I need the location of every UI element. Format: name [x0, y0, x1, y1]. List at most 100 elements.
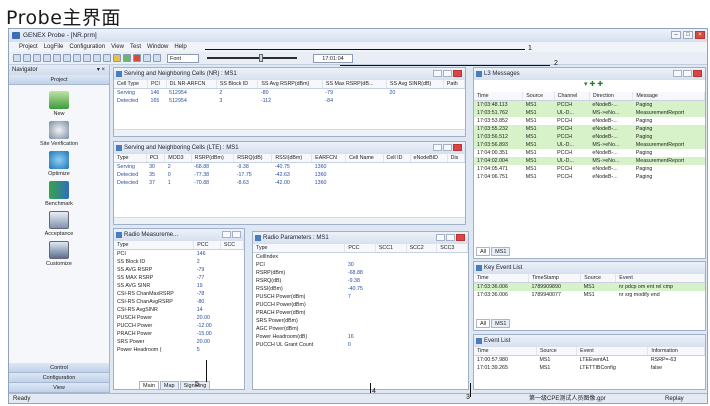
menu-configuration[interactable]: Configuration [69, 42, 105, 52]
nav-acceptance[interactable]: Acceptance [9, 211, 109, 237]
column-header[interactable]: Channel [554, 92, 590, 101]
close-icon[interactable]: × [695, 31, 705, 39]
panel-close-icon[interactable] [453, 70, 462, 77]
table-row[interactable]: PUCCH Power -12.00 [114, 322, 244, 330]
panel-maximize-icon[interactable] [683, 70, 692, 77]
column-header[interactable]: Time [474, 274, 529, 283]
horizontal-scrollbar[interactable] [114, 129, 465, 136]
save-icon[interactable] [33, 54, 41, 62]
table-row[interactable]: Detected 37 1 -70.88 -8.63 -42.00 1360 [114, 179, 465, 187]
column-header[interactable]: Source [580, 274, 617, 283]
column-header[interactable]: RSRP(dBm) [191, 154, 235, 163]
table-row[interactable]: Detected 165 512954 3 -112 -84 [114, 97, 465, 105]
message-row[interactable]: 17:03:51.762 MS1 UL-D... MS->eNo... Measurem… [474, 109, 705, 117]
panel-close-icon[interactable] [693, 70, 702, 77]
slider-handle[interactable] [259, 54, 263, 62]
panel-minimize-icon[interactable] [673, 70, 682, 77]
column-header[interactable]: EARFCN [311, 154, 347, 163]
table-row[interactable]: SS MAX RSRP -77 [114, 274, 244, 282]
help-icon[interactable] [103, 54, 111, 62]
column-header[interactable]: SS Avg SINR(dB) [386, 80, 444, 89]
connect-icon[interactable] [83, 54, 91, 62]
column-header[interactable]: PCI [146, 154, 166, 163]
table-row[interactable]: SS AVG SINR 19 [114, 282, 244, 290]
table-row[interactable]: RSSI(dBm) -40.75 [253, 285, 468, 293]
event-row[interactable]: 17:01:39.265 MS1 LTETTIBConfig false [474, 364, 705, 372]
column-header[interactable]: Cell ID [383, 154, 411, 163]
menu-view[interactable]: View [111, 42, 124, 52]
pause-icon[interactable] [113, 54, 121, 62]
message-row[interactable]: 17:03:55.232 MS1 PCCH eNodeB-... Paging [474, 125, 705, 133]
panel-minimize-icon[interactable] [433, 144, 442, 151]
message-row[interactable]: 17:03:56.893 MS1 UL-D... MS->eNo... Measurem… [474, 141, 705, 149]
stop-icon[interactable] [133, 54, 141, 62]
menu-project[interactable]: Project [19, 42, 38, 52]
column-header[interactable]: MOD3 [164, 154, 192, 163]
column-header[interactable]: eNodeBID [410, 154, 448, 163]
column-header[interactable]: Type [253, 244, 346, 253]
tab-ms1[interactable]: MS1 [491, 319, 511, 328]
table-row[interactable]: Power Headroom (5 [114, 346, 244, 354]
table-row[interactable]: SS AVG RSRP -79 [114, 266, 244, 274]
column-header[interactable]: Information [647, 347, 705, 356]
menu-help[interactable]: Help [174, 42, 186, 52]
table-row[interactable]: PCI 146 [114, 250, 244, 259]
message-row[interactable]: 17:04:02.004 MS1 UL-D... MS->eNo... Measurem… [474, 157, 705, 165]
tab-main[interactable]: Main [139, 381, 159, 390]
font-icon[interactable] [153, 54, 161, 62]
column-header[interactable]: Cell Name [345, 154, 384, 163]
table-row[interactable]: RSRP(dBm) -68.88 [253, 269, 468, 277]
message-row[interactable]: 17:04:06.751 MS1 PCCH eNodeB-... Paging [474, 173, 705, 181]
column-header[interactable]: Source [536, 347, 578, 356]
table-row[interactable]: RSRQ(dB) -9.38 [253, 277, 468, 285]
record-icon[interactable] [93, 54, 101, 62]
nav-benchmark[interactable]: Benchmark [9, 181, 109, 207]
step-icon[interactable] [143, 54, 151, 62]
filter-down-icon[interactable]: ▾ ✚ ✚ [584, 81, 603, 88]
column-header[interactable]: SCC1 [375, 244, 407, 253]
table-row[interactable]: PRACH Power -15.00 [114, 330, 244, 338]
column-header[interactable]: SS Avg RSRP(dBm) [257, 80, 323, 89]
column-header[interactable]: SCC3 [436, 244, 468, 253]
column-header[interactable]: Message [632, 92, 705, 101]
table-row[interactable]: Serving 146 512954 2 -80 -79 20 [114, 89, 465, 98]
column-header[interactable]: SCC2 [406, 244, 438, 253]
column-header[interactable]: Event [615, 274, 705, 283]
nav-new[interactable]: New [9, 91, 109, 117]
column-header[interactable]: DL NR-ARFCN [166, 80, 217, 89]
nav-optimize[interactable]: Optimize [9, 151, 109, 177]
maximize-icon[interactable]: □ [683, 31, 693, 39]
table-row[interactable]: PUSCH Power(dBm) 7 [253, 293, 468, 301]
column-header[interactable]: Time [474, 347, 537, 356]
play-icon[interactable] [123, 54, 131, 62]
column-header[interactable]: Path [443, 80, 465, 89]
column-header[interactable]: Type [114, 241, 195, 250]
panel-minimize-icon[interactable] [433, 70, 442, 77]
menu-window[interactable]: Window [147, 42, 168, 52]
menu-test[interactable]: Test [130, 42, 141, 52]
column-header[interactable]: Event [576, 347, 649, 356]
column-header[interactable]: PCC [193, 241, 221, 250]
panel-maximize-icon[interactable] [443, 144, 452, 151]
column-header[interactable]: Time [474, 92, 524, 101]
new-icon[interactable] [13, 54, 21, 62]
control-button[interactable]: Control [9, 363, 109, 373]
column-header[interactable]: PCI [147, 80, 167, 89]
tab-all[interactable]: All [476, 247, 491, 256]
panel-maximize-icon[interactable] [446, 234, 455, 241]
table-row[interactable]: PRACH Power(dBm) [253, 309, 468, 317]
panel-maximize-icon[interactable] [232, 231, 241, 238]
minimize-icon[interactable]: – [671, 31, 681, 39]
device-icon[interactable] [73, 54, 81, 62]
event-row[interactable]: 17:00:57.980 MS1 LTEEventA1 RSRP=-63 [474, 356, 705, 365]
table-row[interactable]: CSI-RS AvgSINR 14 [114, 306, 244, 314]
message-row[interactable]: 17:04:05.471 MS1 PCCH eNodeB-... Paging [474, 165, 705, 173]
nav-customize[interactable]: Customize [9, 241, 109, 267]
tab-map[interactable]: Map [159, 381, 179, 390]
table-row[interactable]: PUCCH Power(dBm) [253, 301, 468, 309]
column-header[interactable]: RSSI(dBm) [271, 154, 313, 163]
project-button[interactable]: Project [9, 75, 109, 85]
export-icon[interactable] [53, 54, 61, 62]
config-icon[interactable] [63, 54, 71, 62]
table-row[interactable]: CSI-RS ChanAvgRSRP -80 [114, 298, 244, 306]
